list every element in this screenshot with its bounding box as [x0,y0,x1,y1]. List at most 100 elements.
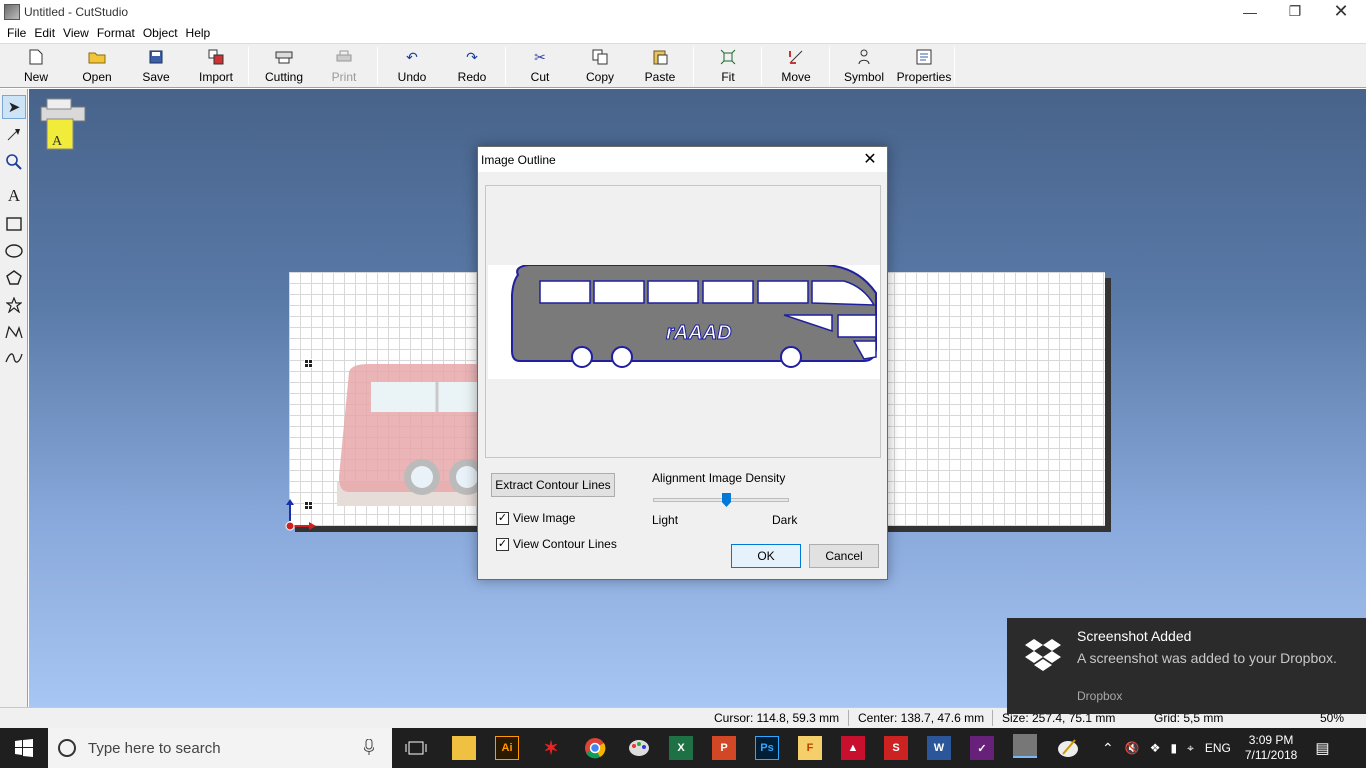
curve-tool-icon[interactable] [2,346,26,370]
menu-object[interactable]: Object [143,26,178,40]
excel-icon[interactable]: X [669,736,693,760]
clock[interactable]: 3:09 PM 7/11/2018 [1245,733,1298,763]
task-view-icon[interactable] [404,736,428,760]
save-disk-icon [147,48,165,66]
word-icon[interactable]: W [927,736,951,760]
edit-node-icon[interactable] [2,122,26,146]
app-red-tile-icon[interactable]: S [884,736,908,760]
taskbar-search-box[interactable]: Type here to search [48,728,392,768]
undo-button[interactable]: ↶ Undo [396,46,428,86]
status-center: Center: 138.7, 47.6 mm [858,711,985,725]
menu-help[interactable]: Help [186,26,211,40]
clock-date: 7/11/2018 [1244,748,1298,762]
fit-button[interactable]: Fit [716,46,740,86]
status-cursor: Cursor: 114.8, 59.3 mm [714,711,840,725]
cutstudio-taskbar-icon[interactable] [1013,734,1037,758]
density-label: Alignment Image Density [652,471,786,485]
view-contour-lines-checkbox[interactable]: ✓ View Contour Lines [496,537,617,551]
zoom-icon[interactable] [2,150,26,174]
menu-view[interactable]: View [63,26,89,40]
cancel-button[interactable]: Cancel [809,544,879,568]
file-explorer-icon[interactable] [452,736,476,760]
chrome-icon[interactable] [583,736,607,760]
rectangle-tool-icon[interactable] [2,212,26,236]
move-icon [787,48,805,66]
action-center-icon[interactable]: ▤ [1315,739,1329,757]
microphone-icon[interactable] [363,738,375,759]
system-tray: ⌃ 🔇 ❖ ▮ ⌖ ENG 3:09 PM 7/11/2018 ▤ [1096,728,1330,768]
dialog-title: Image Outline [481,152,556,167]
ok-button[interactable]: OK [731,544,801,568]
acrobat-icon[interactable]: ▲ [841,736,865,760]
cut-button[interactable]: ✂ Cut [526,46,554,86]
density-slider-track[interactable] [653,498,789,502]
main-toolbar: New Open Save Import Cutting Print ↶ Und… [0,43,1366,88]
polyline-tool-icon[interactable] [2,320,26,344]
menu-format[interactable]: Format [97,26,135,40]
menu-edit[interactable]: Edit [34,26,55,40]
powerpoint-icon[interactable]: P [712,736,736,760]
new-button[interactable]: New [20,46,52,86]
photoshop-icon[interactable]: Ps [755,736,779,760]
toast-source: Dropbox [1077,689,1123,703]
ellipse-tool-icon[interactable] [2,239,26,263]
svg-text:rAAAD: rAAAD [666,322,732,344]
cutting-plotter-icon [275,48,293,66]
cutting-button[interactable]: Cutting [262,46,306,86]
language-indicator[interactable]: ENG [1205,741,1231,755]
cutstudio-app-icon [4,3,20,20]
paste-button[interactable]: Paste [644,46,676,86]
copy-button[interactable]: Copy [584,46,616,86]
star-tool-icon[interactable] [2,293,26,317]
save-button[interactable]: Save [141,46,171,86]
density-light-label: Light [652,513,679,527]
properties-button[interactable]: Properties [896,46,952,86]
view-image-check-box[interactable]: ✓ [496,511,509,525]
speaker-muted-icon[interactable]: 🔇 [1125,741,1140,755]
open-button[interactable]: Open [80,46,114,86]
menu-file[interactable]: File [7,26,26,40]
toolbox: ➤ A [0,89,28,707]
origin-axis-icon [285,499,316,531]
view-contour-check-box[interactable]: ✓ [496,537,509,551]
wifi-icon[interactable]: ⌖ [1187,741,1194,756]
select-arrow-icon[interactable]: ➤ [2,95,26,119]
toast-body: A screenshot was added to your Dropbox. [1077,650,1337,666]
import-button[interactable]: Import [196,46,236,86]
extract-contour-lines-button[interactable]: Extract Contour Lines [491,473,615,497]
symbol-button[interactable]: Symbol [842,46,886,86]
checklist-app-icon[interactable]: ✓ [970,736,994,760]
toolbar-separator [693,47,694,85]
battery-icon[interactable]: ▮ [1170,741,1177,755]
move-button[interactable]: Move [778,46,814,86]
paint-brush-app-icon[interactable] [1056,736,1080,760]
text-tool-icon[interactable]: A [2,184,26,208]
toast-title: Screenshot Added [1077,628,1192,644]
copy-icon [591,48,609,66]
polygon-tool-icon[interactable] [2,266,26,290]
redo-button[interactable]: ↷ Redo [456,46,488,86]
view-image-checkbox[interactable]: ✓ View Image [496,511,575,525]
print-button[interactable]: Print [328,46,360,86]
density-dark-label: Dark [772,513,798,527]
window-title: Untitled - CutStudio [24,4,129,19]
dropbox-tray-icon[interactable]: ❖ [1150,741,1161,755]
cortana-icon [58,739,76,757]
printer-icon [335,48,353,66]
restore-button[interactable]: ❐ [1272,0,1318,23]
app-f-icon[interactable]: F [798,736,822,760]
paint-icon[interactable] [627,736,651,760]
fit-icon [719,48,737,66]
image-outline-dialog: Image Outline ✕ rAAAD Extract Contour Li… [477,146,888,580]
close-window-button[interactable]: ✕ [1318,0,1364,23]
app-red-star-icon[interactable]: ✶ [539,736,563,760]
status-separator [848,710,849,726]
minimize-button[interactable]: — [1227,0,1273,23]
selection-handle[interactable] [304,359,313,368]
illustrator-icon[interactable]: Ai [495,736,519,760]
density-slider-thumb[interactable] [721,493,731,507]
chevron-up-icon[interactable]: ⌃ [1102,740,1114,757]
dropbox-notification[interactable]: Screenshot Added A screenshot was added … [1007,618,1366,714]
dialog-close-icon[interactable]: ✕ [861,150,879,168]
start-button[interactable] [0,728,48,768]
